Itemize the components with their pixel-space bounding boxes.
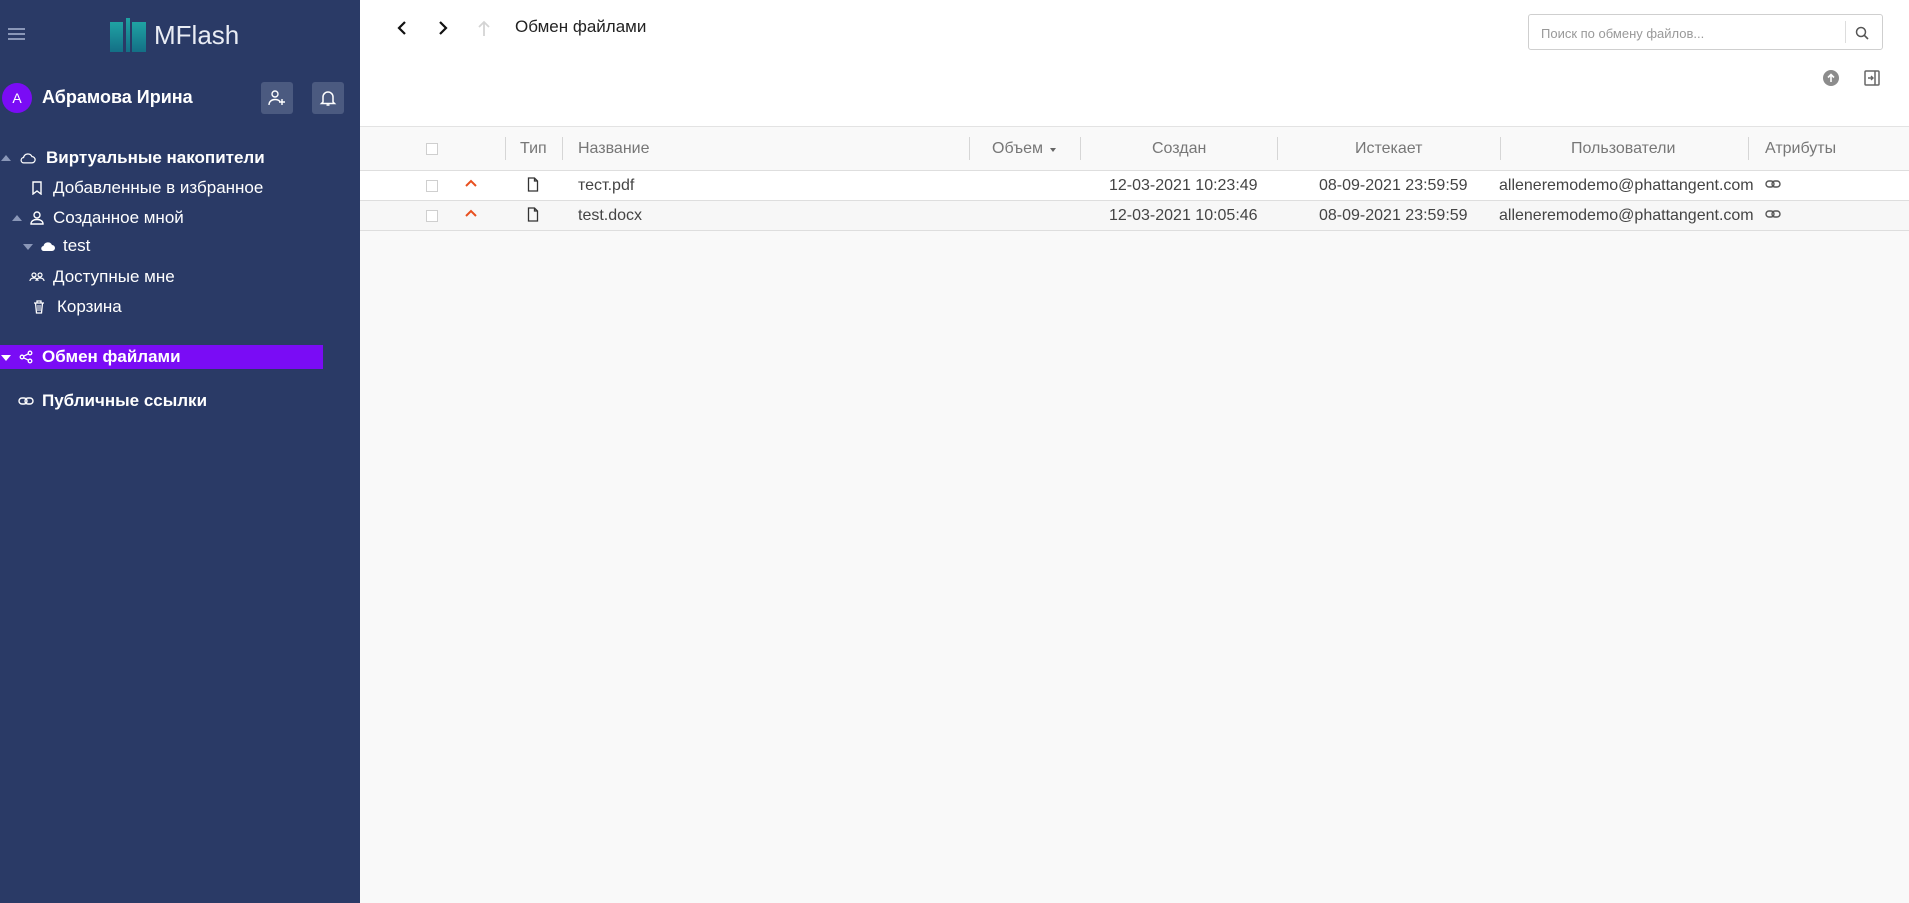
column-header-attributes[interactable]: Атрибуты: [1765, 140, 1836, 158]
sidebar-item-virtual-drives[interactable]: Виртуальные накопители: [0, 146, 300, 170]
exit-icon: [1864, 70, 1880, 86]
collapse-arrow-icon[interactable]: [1, 155, 11, 161]
sidebar-item-label: Корзина: [57, 297, 122, 316]
expand-arrow-icon[interactable]: [23, 244, 33, 250]
priority-high-icon: [464, 208, 478, 218]
table-row[interactable]: тест.pdf 12-03-2021 10:23:49 08-09-2021 …: [360, 171, 1909, 201]
column-divider[interactable]: [1500, 137, 1501, 160]
user-name: Абрамова Ирина: [42, 87, 193, 107]
add-user-icon: [268, 90, 285, 106]
priority-high-icon: [464, 178, 478, 188]
app-title: MFlash: [154, 19, 240, 50]
search-divider: [1845, 21, 1846, 43]
shared-user: alleneremodemo@phattangent.com: [1499, 207, 1754, 224]
person-icon: [29, 210, 45, 226]
sidebar-item-test[interactable]: test: [0, 234, 300, 258]
created-date: 12-03-2021 10:05:46: [1109, 207, 1258, 224]
sidebar-item-label: Публичные ссылки: [42, 391, 208, 410]
chevron-left-icon: [397, 21, 406, 35]
app-logo: MFlash: [110, 18, 239, 52]
sidebar-item-trash[interactable]: Корзина: [0, 295, 300, 319]
avatar[interactable]: А: [2, 83, 32, 113]
column-header-expires[interactable]: Истекает: [1355, 140, 1423, 158]
back-button[interactable]: [390, 16, 414, 40]
breadcrumb: Обмен файлами: [515, 17, 647, 36]
sidebar-item-created-by-me[interactable]: Созданное мной: [0, 206, 300, 230]
search-input[interactable]: [1539, 23, 1843, 43]
link-icon: [18, 393, 34, 409]
shared-user: alleneremodemo@phattangent.com: [1499, 177, 1754, 194]
upload-icon: [1823, 70, 1839, 86]
table-row[interactable]: test.docx 12-03-2021 10:05:46 08-09-2021…: [360, 201, 1909, 231]
file-name[interactable]: тест.pdf: [578, 177, 634, 195]
exit-sharing-button[interactable]: [1860, 66, 1884, 90]
column-divider[interactable]: [1748, 137, 1749, 160]
sidebar-item-label: Обмен файлами: [42, 347, 181, 366]
hamburger-menu-icon[interactable]: [8, 28, 25, 42]
sidebar-item-label: Доступные мне: [53, 267, 175, 286]
mflash-logo-icon: [110, 18, 146, 52]
trash-icon: [31, 299, 47, 315]
expires-date: 08-09-2021 23:59:59: [1319, 207, 1468, 224]
sidebar-item-file-exchange[interactable]: Обмен файлами: [0, 345, 323, 369]
sidebar-item-favorites[interactable]: Добавленные в избранное: [0, 176, 300, 200]
cloud-icon: [40, 238, 56, 254]
collapse-arrow-icon[interactable]: [12, 215, 22, 221]
file-table: Тип Название Объем Создан Истекает Польз…: [360, 127, 1909, 231]
created-date: 12-03-2021 10:23:49: [1109, 177, 1258, 194]
upload-button[interactable]: [1819, 66, 1843, 90]
sort-desc-icon[interactable]: [1050, 148, 1056, 152]
column-header-size[interactable]: Объем: [992, 140, 1043, 158]
column-header-users[interactable]: Пользователи: [1571, 140, 1675, 158]
bookmark-icon: [29, 180, 45, 196]
column-header-name[interactable]: Название: [578, 140, 650, 158]
sidebar-item-label: test: [63, 236, 91, 255]
sidebar-item-label: Виртуальные накопители: [46, 148, 265, 167]
search-icon: [1855, 26, 1869, 40]
notifications-button[interactable]: [312, 82, 344, 114]
user-panel: А Абрамова Ирина: [0, 82, 360, 114]
column-divider[interactable]: [1277, 137, 1278, 160]
table-header: Тип Название Объем Создан Истекает Польз…: [360, 127, 1909, 171]
file-icon: [527, 177, 539, 192]
sidebar-item-public-links[interactable]: Публичные ссылки: [0, 389, 300, 413]
expand-arrow-icon[interactable]: [1, 355, 11, 361]
row-checkbox[interactable]: [426, 210, 438, 222]
column-divider[interactable]: [1080, 137, 1081, 160]
arrow-up-icon: [478, 20, 490, 36]
chevron-right-icon: [439, 21, 448, 35]
row-checkbox[interactable]: [426, 180, 438, 192]
sidebar-item-label: Созданное мной: [53, 208, 184, 227]
top-bar: Обмен файлами: [360, 0, 1909, 127]
expires-date: 08-09-2021 23:59:59: [1319, 177, 1468, 194]
sidebar-item-label: Добавленные в избранное: [53, 178, 264, 197]
column-divider[interactable]: [969, 137, 970, 160]
select-all-checkbox[interactable]: [426, 143, 438, 155]
search-box: [1528, 14, 1883, 50]
link-icon[interactable]: [1765, 209, 1781, 219]
cloud-outline-icon: [20, 150, 36, 166]
add-user-button[interactable]: [261, 82, 293, 114]
forward-button[interactable]: [431, 16, 455, 40]
file-name[interactable]: test.docx: [578, 207, 642, 225]
file-icon: [527, 207, 539, 222]
column-header-type[interactable]: Тип: [520, 140, 547, 158]
column-header-created[interactable]: Создан: [1152, 140, 1206, 158]
people-icon: [29, 269, 45, 285]
up-button[interactable]: [472, 16, 496, 40]
sidebar-item-shared-with-me[interactable]: Доступные мне: [0, 265, 300, 289]
bell-icon: [319, 91, 337, 106]
share-icon: [18, 349, 34, 365]
search-button[interactable]: [1851, 22, 1873, 44]
column-divider[interactable]: [505, 137, 506, 160]
column-divider[interactable]: [562, 137, 563, 160]
link-icon[interactable]: [1765, 179, 1781, 189]
sidebar: MFlash А Абрамова Ирина Виртуальные нако…: [0, 0, 360, 903]
